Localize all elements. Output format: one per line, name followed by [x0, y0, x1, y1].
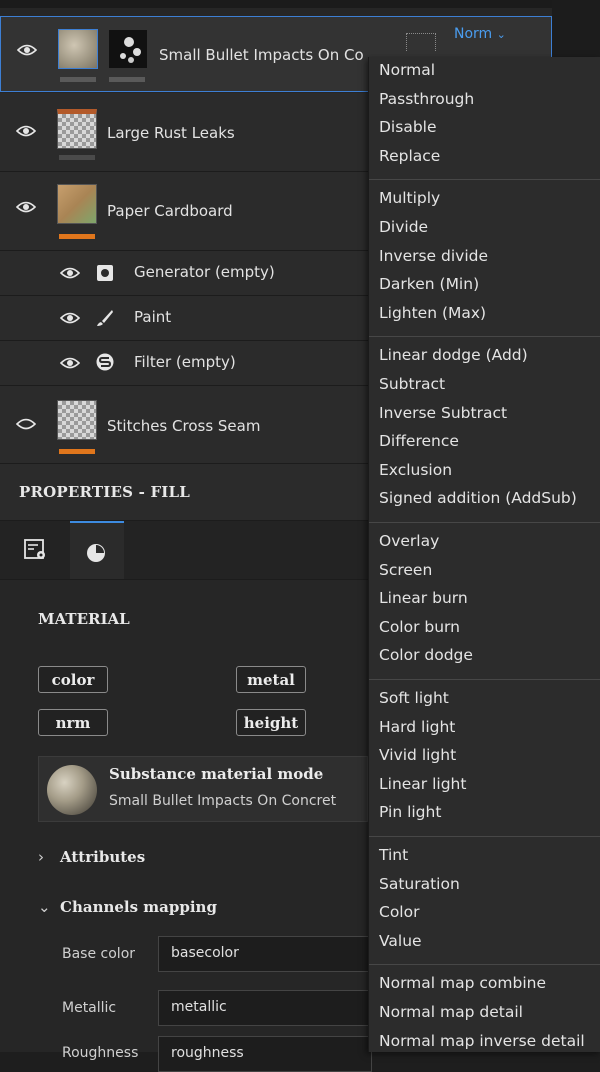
chip-color[interactable]: color — [38, 666, 108, 693]
channel-field-roughness[interactable]: roughness — [158, 1036, 372, 1072]
channel-field-base-color[interactable]: basecolor — [158, 936, 372, 972]
mask-thumbnail — [108, 29, 148, 69]
chip-height[interactable]: height — [236, 709, 306, 736]
blend-option-color-dodge[interactable]: Color dodge — [379, 646, 473, 664]
blend-option-multiply[interactable]: Multiply — [379, 189, 440, 207]
layer-bar — [59, 155, 95, 160]
mask-bar — [109, 77, 145, 82]
blend-option-disable[interactable]: Disable — [379, 118, 437, 136]
chip-nrm[interactable]: nrm — [38, 709, 108, 736]
sublayer-name: Generator (empty) — [134, 263, 275, 281]
tab-material[interactable] — [70, 521, 124, 579]
layer-name: Large Rust Leaks — [107, 124, 235, 142]
blend-mode-dropdown[interactable]: Norm ⌄ — [454, 26, 520, 50]
chevron-right-icon: › — [38, 848, 44, 866]
top-bar — [0, 0, 552, 8]
layer-bar — [59, 234, 95, 239]
blend-option-exclusion[interactable]: Exclusion — [379, 461, 452, 479]
layer-bar — [60, 77, 96, 82]
blend-option-color-burn[interactable]: Color burn — [379, 618, 460, 636]
channels-mapping-section[interactable]: ⌄ Channels mapping — [38, 898, 217, 916]
blend-option-linear-dodge-add[interactable]: Linear dodge (Add) — [379, 346, 528, 364]
blend-option-saturation[interactable]: Saturation — [379, 875, 460, 893]
channel-field-metallic[interactable]: metallic — [158, 990, 372, 1026]
blend-option-normal[interactable]: Normal — [379, 61, 435, 79]
material-mode-box[interactable]: Substance material mode Small Bullet Imp… — [38, 756, 368, 822]
tab-settings[interactable] — [14, 521, 66, 579]
channel-label-base-color: Base color — [62, 946, 136, 962]
blend-option-linear-light[interactable]: Linear light — [379, 775, 466, 793]
blend-option-pin-light[interactable]: Pin light — [379, 803, 441, 821]
eye-icon[interactable] — [60, 356, 80, 370]
settings-list-icon — [24, 539, 45, 559]
blend-option-divide[interactable]: Divide — [379, 218, 428, 236]
chevron-down-icon: ⌄ — [38, 898, 51, 916]
blend-option-normal-map-combine[interactable]: Normal map combine — [379, 974, 546, 992]
channel-label-roughness: Roughness — [62, 1045, 139, 1061]
menu-separator — [369, 964, 600, 966]
layer-name: Paper Cardboard — [107, 202, 233, 220]
layer-thumbnail — [57, 184, 97, 224]
layer-thumbnail — [58, 29, 98, 69]
blend-option-normal-map-inverse-detail[interactable]: Normal map inverse detail — [379, 1032, 585, 1050]
blend-option-inverse-subtract[interactable]: Inverse Subtract — [379, 404, 507, 422]
layer-name: Small Bullet Impacts On Co — [159, 46, 364, 64]
blend-option-passthrough[interactable]: Passthrough — [379, 90, 474, 108]
layer-thumbnail — [57, 400, 97, 440]
blend-option-difference[interactable]: Difference — [379, 432, 459, 450]
blend-option-replace[interactable]: Replace — [379, 147, 440, 165]
menu-separator — [369, 522, 600, 523]
brush-icon — [97, 310, 113, 326]
channel-label-metallic: Metallic — [62, 1000, 117, 1016]
mask-indicator — [406, 33, 436, 51]
blend-option-color[interactable]: Color — [379, 903, 419, 921]
blend-option-darken-min[interactable]: Darken (Min) — [379, 275, 479, 293]
blend-option-lighten-max[interactable]: Lighten (Max) — [379, 304, 486, 322]
material-mode-name: Small Bullet Impacts On Concret — [109, 793, 337, 809]
properties-title: PROPERTIES - FILL — [19, 483, 191, 501]
material-heading: MATERIAL — [38, 610, 130, 628]
layer-thumbnail — [57, 109, 97, 149]
attributes-section[interactable]: › Attributes — [38, 848, 145, 866]
eye-icon[interactable] — [16, 200, 36, 214]
eye-icon[interactable] — [17, 43, 37, 57]
material-sphere-icon — [87, 544, 105, 562]
blend-mode-menu: Normal Passthrough Disable Replace Multiply D… — [368, 57, 600, 1052]
eye-icon[interactable] — [60, 311, 80, 325]
channels-mapping-label: Channels mapping — [60, 898, 217, 916]
blend-option-value[interactable]: Value — [379, 932, 422, 950]
blend-option-subtract[interactable]: Subtract — [379, 375, 445, 393]
blend-option-linear-burn[interactable]: Linear burn — [379, 589, 468, 607]
sublayer-name: Filter (empty) — [134, 353, 236, 371]
generator-icon — [97, 265, 113, 281]
blend-option-tint[interactable]: Tint — [379, 846, 408, 864]
material-preview-ball — [47, 765, 97, 815]
menu-separator — [369, 836, 600, 837]
blend-option-screen[interactable]: Screen — [379, 561, 432, 579]
menu-separator — [369, 679, 600, 680]
blend-option-hard-light[interactable]: Hard light — [379, 718, 455, 736]
chevron-down-icon: ⌄ — [496, 28, 506, 41]
blend-option-overlay[interactable]: Overlay — [379, 532, 439, 550]
sublayer-name: Paint — [134, 308, 172, 326]
material-mode-title: Substance material mode — [109, 765, 324, 783]
menu-separator — [369, 336, 600, 338]
blend-option-signed-addition-addsub[interactable]: Signed addition (AddSub) — [379, 489, 577, 507]
eye-hidden-icon[interactable] — [16, 417, 36, 431]
blend-mode-value: Norm — [454, 26, 493, 42]
chip-metal[interactable]: metal — [236, 666, 306, 693]
eye-icon[interactable] — [16, 124, 36, 138]
layer-name: Stitches Cross Seam — [107, 417, 261, 435]
blend-option-inverse-divide[interactable]: Inverse divide — [379, 247, 488, 265]
filter-icon — [96, 353, 114, 371]
blend-option-soft-light[interactable]: Soft light — [379, 689, 449, 707]
blend-option-normal-map-detail[interactable]: Normal map detail — [379, 1003, 523, 1021]
attributes-label: Attributes — [60, 848, 146, 866]
menu-separator — [369, 179, 600, 181]
eye-icon[interactable] — [60, 266, 80, 280]
blend-option-vivid-light[interactable]: Vivid light — [379, 746, 456, 764]
layer-bar — [59, 449, 95, 454]
